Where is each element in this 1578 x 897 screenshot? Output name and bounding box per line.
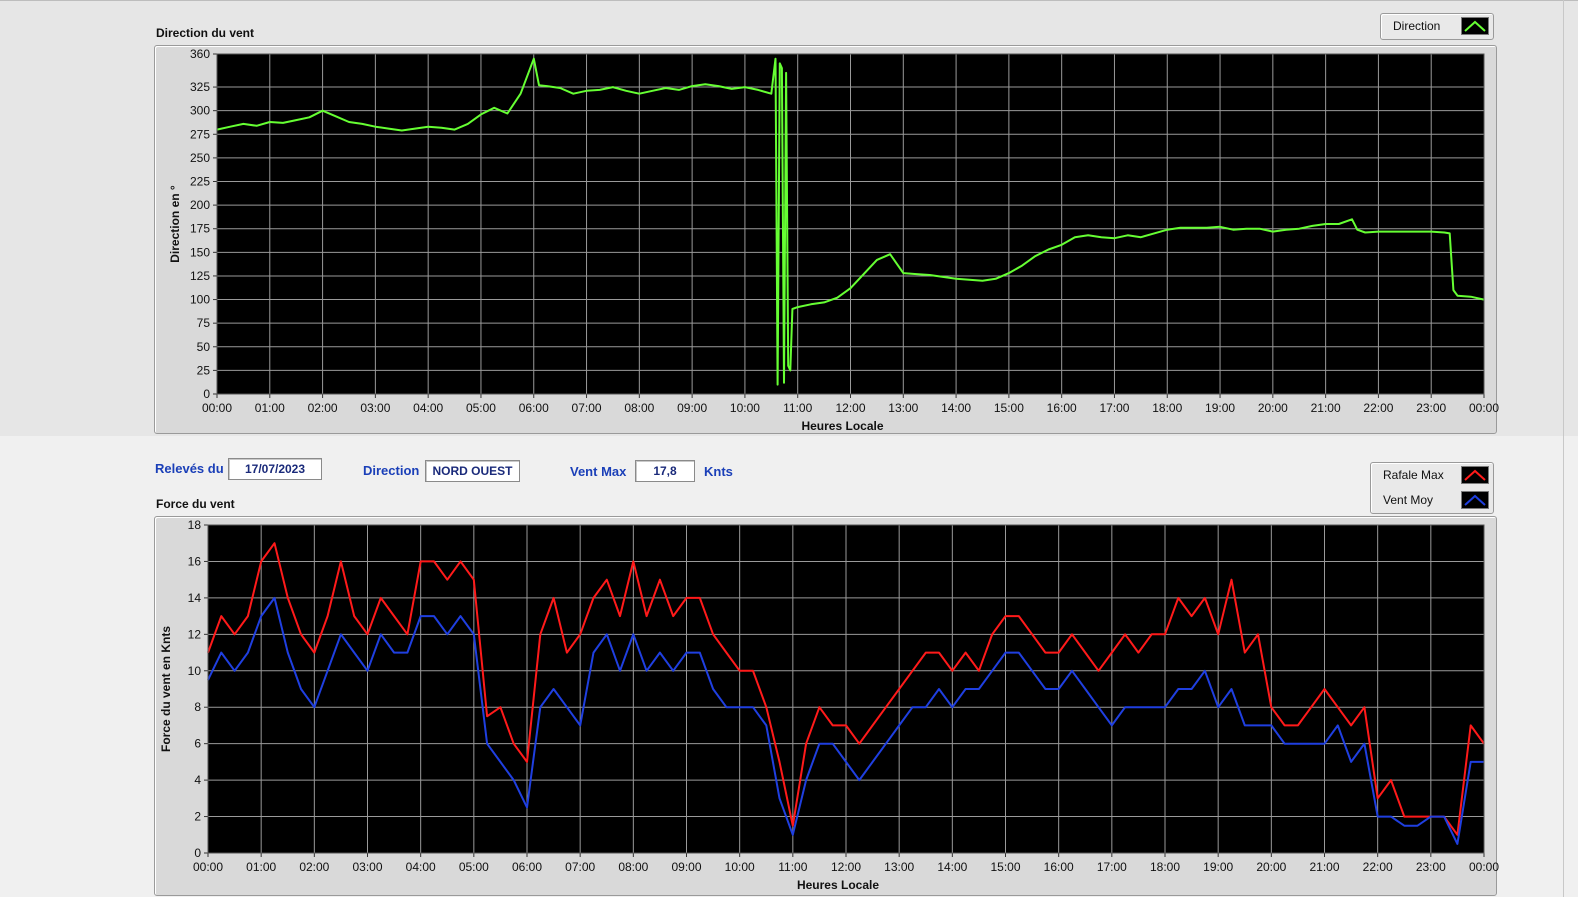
force-x-tick-label: 13:00 (884, 860, 914, 874)
force-x-tick-label: 06:00 (512, 860, 542, 874)
force-y-tick-label: 16 (188, 554, 202, 568)
force-x-tick-label: 02:00 (299, 860, 329, 874)
force-x-tick-label: 09:00 (671, 860, 701, 874)
force-x-tick-label: 16:00 (1044, 860, 1074, 874)
force-y-tick-label: 18 (188, 518, 202, 532)
force-y-tick-label: 10 (188, 664, 202, 678)
line-style-icon (1461, 491, 1489, 509)
force-x-tick-label: 21:00 (1309, 860, 1339, 874)
force-x-tick-label: 00:00 (193, 860, 223, 874)
force-x-tick-label: 07:00 (565, 860, 595, 874)
legend-item-vent-moy[interactable]: Vent Moy (1371, 488, 1489, 512)
force-y-tick-label: 2 (194, 810, 201, 824)
force-legend: Rafale Max Vent Moy (1370, 462, 1494, 514)
force-x-tick-label: 18:00 (1150, 860, 1180, 874)
force-x-tick-label: 03:00 (352, 860, 382, 874)
force-x-tick-label: 15:00 (990, 860, 1020, 874)
force-y-tick-label: 8 (194, 700, 201, 714)
force-x-tick-label: 11:00 (778, 860, 807, 874)
force-x-tick-label: 08:00 (618, 860, 648, 874)
force-y-tick-label: 12 (188, 627, 202, 641)
force-x-tick-label: 14:00 (937, 860, 967, 874)
force-x-tick-label: 04:00 (406, 860, 436, 874)
legend-item-rafale-max[interactable]: Rafale Max (1371, 463, 1489, 487)
force-x-tick-label: 17:00 (1097, 860, 1127, 874)
force-x-tick-label: 01:00 (246, 860, 276, 874)
legend-label-vent-moy: Vent Moy (1383, 493, 1434, 507)
force-y-tick-label: 4 (194, 773, 201, 787)
force-x-tick-label: 10:00 (725, 860, 755, 874)
force-x-axis-label: Heures Locale (797, 878, 879, 892)
force-x-tick-label: 12:00 (831, 860, 861, 874)
force-chart: 00:00 01:00 02:00 03:00 04:00 05:00 06:00 07:00… (159, 518, 1499, 892)
force-y-tick-label: 14 (188, 591, 202, 605)
force-x-tick-label: 00:00 (1469, 860, 1499, 874)
force-x-tick-label: 05:00 (459, 860, 489, 874)
force-y-tick-label: 6 (194, 737, 201, 751)
legend-label-rafale-max: Rafale Max (1383, 468, 1444, 482)
force-x-tick-label: 22:00 (1363, 860, 1393, 874)
force-y-tick-label: 0 (194, 846, 201, 860)
force-y-axis-label: Force du vent en Knts (159, 626, 173, 752)
line-style-icon (1461, 466, 1489, 484)
force-x-tick-label: 23:00 (1416, 860, 1446, 874)
force-x-tick-label: 20:00 (1256, 860, 1286, 874)
force-x-tick-label: 19:00 (1203, 860, 1233, 874)
